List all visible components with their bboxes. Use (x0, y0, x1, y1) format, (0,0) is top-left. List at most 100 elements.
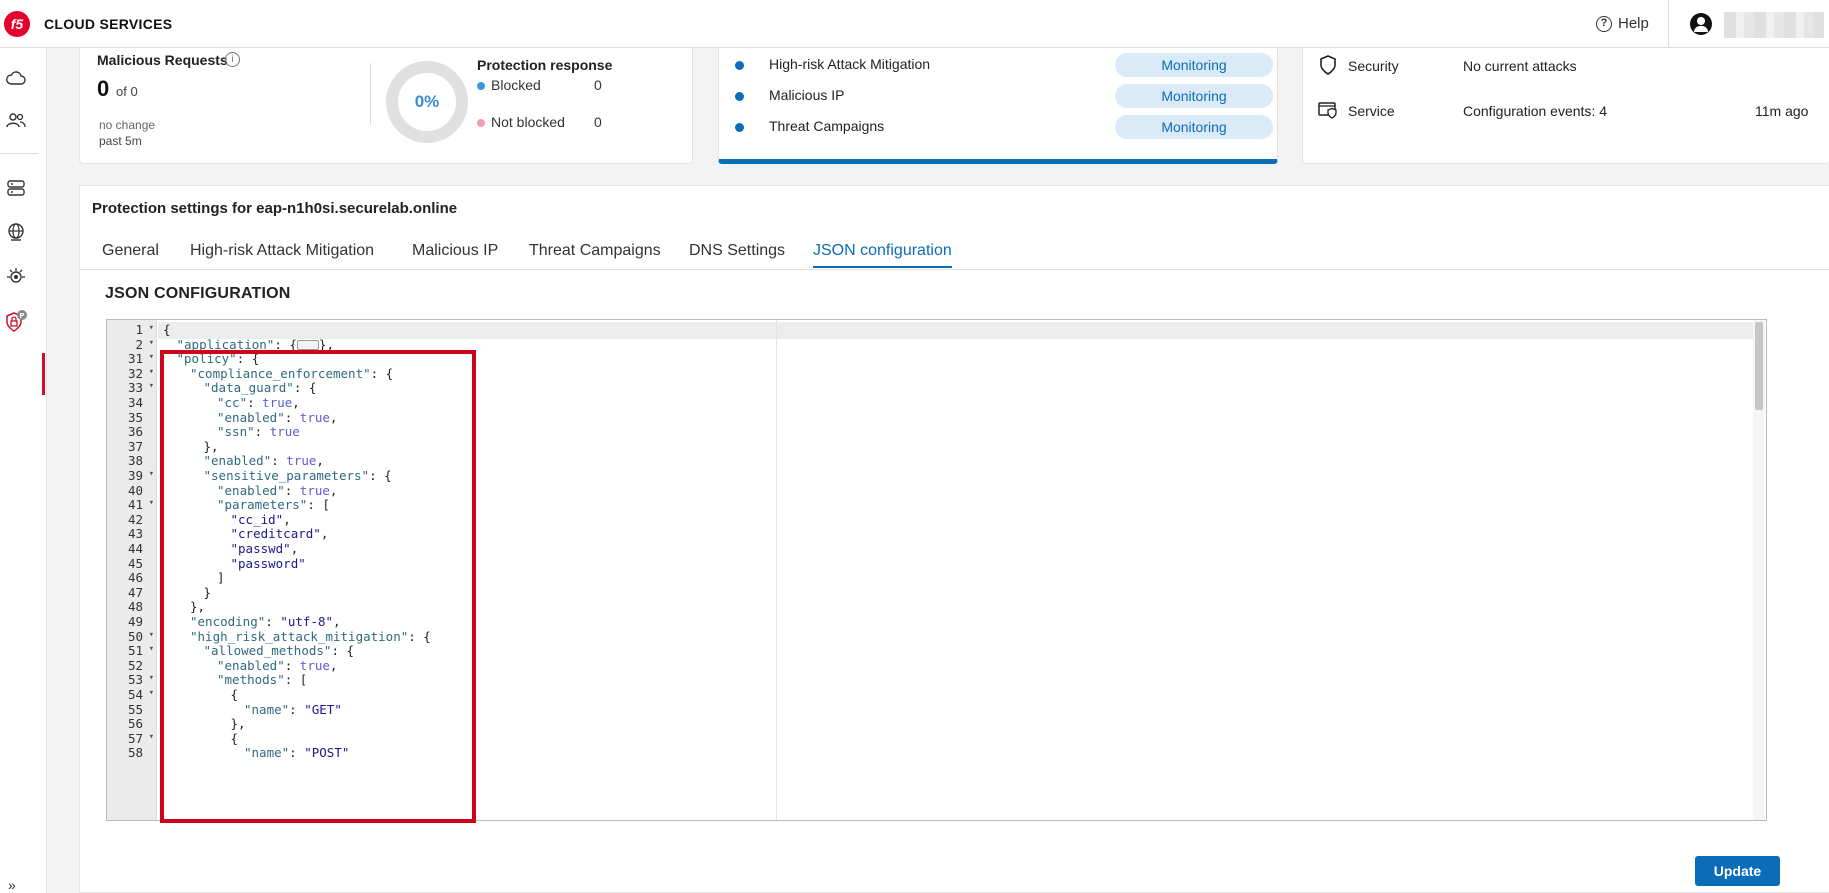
sidebar-divider (0, 153, 38, 154)
folded-block-icon[interactable] (296, 340, 319, 351)
bug-icon[interactable] (4, 264, 28, 288)
help-button[interactable]: ? Help (1596, 15, 1649, 32)
tab-high-risk-attack-mitigation[interactable]: High-risk Attack Mitigation (190, 242, 374, 266)
service-timestamp: 11m ago (1755, 103, 1809, 119)
not-blocked-dot-icon (477, 119, 485, 127)
line-number[interactable]: 57 (107, 731, 155, 746)
line-number[interactable]: 2 (107, 337, 155, 352)
line-number[interactable]: 51 (107, 643, 155, 658)
protection-donut: 0% (386, 61, 468, 143)
server-icon[interactable] (4, 176, 28, 200)
line-number: 34 (127, 395, 143, 410)
protection-response-title: Protection response (477, 57, 613, 73)
service-label: Service (1348, 103, 1395, 119)
svg-text:P: P (19, 312, 24, 320)
tab-general[interactable]: General (102, 242, 159, 266)
line-number: 58 (127, 745, 143, 761)
scrollbar-thumb[interactable] (1755, 322, 1763, 410)
header-divider (1668, 0, 1669, 48)
page-title: Protection settings for eap-n1h0si.secur… (92, 200, 458, 217)
line-number: 45 (127, 555, 143, 571)
service-value: Configuration events: 4 (1463, 103, 1607, 119)
line-number[interactable]: 33 (107, 380, 155, 395)
help-icon: ? (1596, 15, 1612, 32)
line-number: 42 (127, 511, 143, 527)
highlight-annotation-box (160, 350, 476, 823)
tab-dns-settings[interactable]: DNS Settings (689, 242, 785, 266)
not-blocked-value: 0 (594, 114, 602, 130)
malicious-requests-of: of 0 (116, 84, 138, 99)
line-number[interactable]: 1 (107, 322, 155, 337)
line-number: 43 (127, 526, 143, 542)
tab-json-configuration[interactable]: JSON configuration (813, 242, 952, 268)
service-row[interactable]: Malicious IP Monitoring (733, 84, 1273, 108)
card-divider (370, 63, 371, 125)
service-row[interactable]: High-risk Attack Mitigation Monitoring (733, 53, 1273, 77)
expand-sidebar-icon[interactable]: » (8, 877, 16, 893)
globe-icon[interactable] (4, 220, 28, 244)
protection-percent: 0% (414, 92, 440, 111)
security-label: Security (1348, 58, 1399, 74)
tab-malicious-ip[interactable]: Malicious IP (412, 242, 498, 266)
line-number[interactable]: 54 (107, 687, 155, 702)
line-number: 47 (127, 584, 143, 600)
line-number: 46 (127, 570, 143, 586)
status-dot-icon (735, 92, 744, 101)
help-label: Help (1618, 15, 1649, 32)
status-dot-icon (735, 61, 744, 70)
service-status-row: Service Configuration events: 4 11m ago (1318, 100, 1818, 124)
shield-lock-icon[interactable]: P (4, 310, 28, 334)
info-icon[interactable]: i (225, 52, 240, 67)
line-number[interactable]: 32 (107, 366, 155, 381)
line-number: 36 (127, 424, 143, 440)
blocked-dot-icon (477, 82, 485, 90)
line-number[interactable]: 50 (107, 629, 155, 644)
not-blocked-row: Not blocked 0 (477, 114, 602, 130)
service-label: Threat Campaigns (769, 118, 885, 134)
line-number: 55 (127, 701, 143, 717)
change-text: no change (99, 118, 156, 132)
line-number: 38 (127, 453, 143, 469)
section-title: JSON CONFIGURATION (105, 285, 291, 302)
services-card: High-risk Attack Mitigation Monitoring M… (718, 40, 1278, 164)
sidebar-active-indicator (42, 353, 45, 395)
avatar-icon[interactable] (1690, 13, 1712, 35)
line-number: 37 (127, 438, 143, 454)
malicious-requests-title: Malicious Requests (97, 52, 228, 68)
service-row[interactable]: Threat Campaigns Monitoring (733, 115, 1273, 139)
settings-tabs: General High-risk Attack Mitigation Mali… (80, 224, 1829, 270)
line-number: 56 (127, 716, 143, 732)
sidebar: P (0, 48, 47, 893)
blocked-row: Blocked 0 (477, 77, 602, 93)
service-label: Malicious IP (769, 87, 845, 103)
security-status-row: Security No current attacks (1318, 55, 1818, 79)
malicious-requests-count: 0 (97, 76, 110, 101)
tab-threat-campaigns[interactable]: Threat Campaigns (529, 242, 661, 266)
status-badge: Monitoring (1115, 115, 1273, 139)
service-label: High-risk Attack Mitigation (769, 56, 931, 72)
print-margin (776, 320, 777, 820)
status-badge: Monitoring (1115, 84, 1273, 108)
editor-scrollbar[interactable] (1753, 320, 1765, 820)
brand-title: CLOUD SERVICES (44, 16, 173, 32)
shield-icon (1318, 55, 1338, 75)
active-line-highlight (158, 322, 1754, 339)
not-blocked-label: Not blocked (491, 114, 565, 130)
user-name-redacted[interactable] (1724, 12, 1824, 38)
status-dot-icon (735, 123, 744, 132)
line-number[interactable]: 31 (107, 351, 155, 366)
cloud-icon[interactable] (4, 66, 28, 90)
malicious-requests-card: Malicious Requests i 0 of 0 no change pa… (79, 40, 693, 164)
line-number[interactable]: 39 (107, 468, 155, 483)
line-number: 44 (127, 541, 143, 556)
update-button[interactable]: Update (1695, 856, 1780, 886)
f5-logo[interactable]: f5 (4, 11, 30, 37)
line-number[interactable]: 53 (107, 672, 155, 687)
line-number[interactable]: 41 (107, 497, 155, 512)
status-badge: Monitoring (1115, 53, 1273, 77)
line-number: 35 (127, 409, 143, 425)
security-value: No current attacks (1463, 58, 1577, 74)
line-number: 52 (127, 657, 143, 673)
users-icon[interactable] (4, 108, 28, 132)
blocked-label: Blocked (491, 77, 541, 93)
